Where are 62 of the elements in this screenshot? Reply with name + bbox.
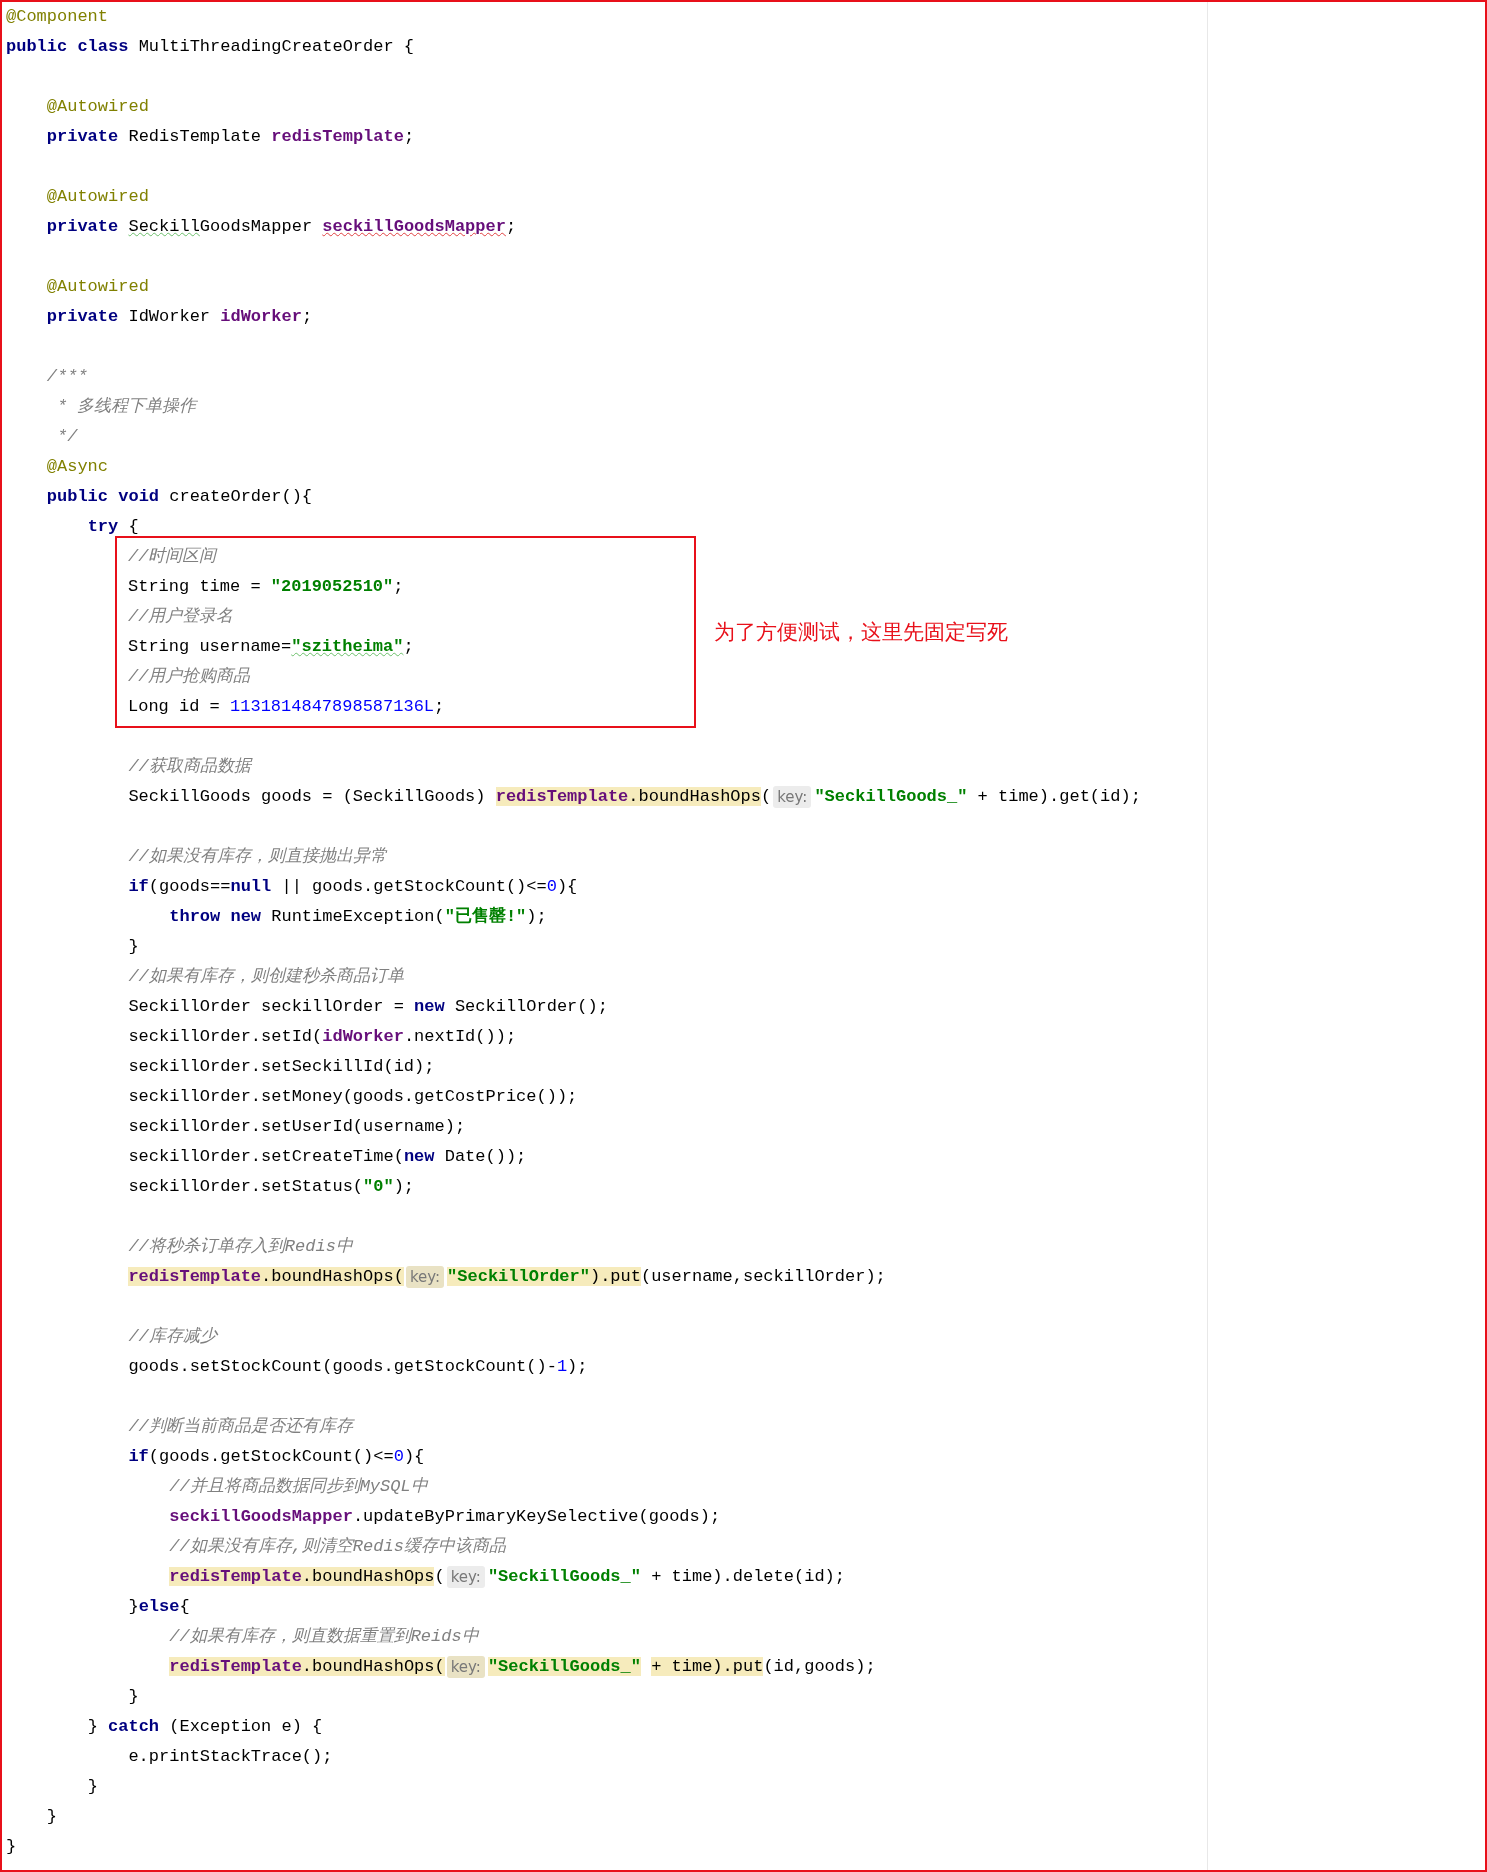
code-text: private RedisTemplate redisTemplate; <box>45 126 415 148</box>
code-text: //用户登录名 <box>128 606 234 628</box>
code-text: } <box>6 1836 17 1858</box>
code-text: SeckillOrder seckillOrder = new SeckillOrder(); <box>127 996 608 1018</box>
code-text: } <box>45 1806 57 1828</box>
code-text: }else{ <box>127 1596 190 1618</box>
code-text: @Component <box>6 6 109 28</box>
annotation-note: 为了方便测试，这里先固定写死 <box>714 619 1008 646</box>
code-text: Long id = 1131814847898587136L; <box>128 696 445 718</box>
code-text: //时间区间 <box>128 546 217 568</box>
code-text: } catch (Exception e) { <box>86 1716 323 1738</box>
code-text: "SeckillGoods_" + time).get(id); <box>814 786 1141 808</box>
code-text: goods.setStockCount(goods.getStockCount()-1); <box>127 1356 588 1378</box>
code-text: //并且将商品数据同步到MySQL中 <box>168 1476 428 1498</box>
code-text: seckillOrder.setMoney(goods.getCostPrice()); <box>127 1086 578 1108</box>
code-text: //如果没有库存，则直接抛出异常 <box>127 845 387 868</box>
code-text: private SeckillGoodsMapper seckillGoodsMapper; <box>45 216 517 238</box>
code-text: /*** <box>45 366 88 388</box>
code-text: e.printStackTrace(); <box>127 1746 333 1768</box>
code-text: //获取商品数据 <box>127 756 251 778</box>
code-text: "SeckillGoods_" + time).delete(id); <box>487 1566 845 1588</box>
code-text: //用户抢购商品 <box>128 666 251 688</box>
code-text: try { <box>86 516 139 538</box>
code-text: //判断当前商品是否还有库存 <box>127 1415 353 1438</box>
parameter-hint: key: <box>773 786 812 808</box>
code-text: } <box>127 1686 139 1708</box>
code-text: //如果没有库存,则清空Redis缓存中该商品 <box>168 1535 506 1558</box>
code-text: @Autowired <box>45 276 149 298</box>
code-text: private IdWorker idWorker; <box>45 306 313 328</box>
code-text: public void createOrder(){ <box>45 486 313 508</box>
parameter-hint: key: <box>446 1656 485 1678</box>
parameter-hint: key: <box>446 1566 485 1588</box>
code-text: String username="szitheima"; <box>128 636 414 658</box>
code-text: redisTemplate.boundHashOps( <box>168 1566 445 1588</box>
code-text: throw new RuntimeException("已售罄!"); <box>168 905 547 928</box>
code-text: */ <box>56 426 78 448</box>
code-text: "SeckillOrder").put(username,seckillOrder); <box>447 1266 886 1288</box>
code-text: seckillGoodsMapper.updateByPrimaryKeySelective(goods); <box>168 1506 721 1528</box>
code-text: SeckillGoods goods = (SeckillGoods) redisTemplate.boundHashOps( <box>127 786 772 808</box>
code-text: if(goods.getStockCount()<=0){ <box>127 1446 425 1468</box>
code-text: seckillOrder.setCreateTime(new Date()); <box>127 1146 527 1168</box>
code-text: //如果有库存，则直数据重置到Reids中 <box>168 1625 479 1648</box>
code-text: } <box>127 936 139 958</box>
code-text: redisTemplate.boundHashOps( <box>127 1266 404 1288</box>
code-text: seckillOrder.setUserId(username); <box>127 1116 466 1138</box>
code-text: @Async <box>45 456 109 478</box>
code-text: seckillOrder.setStatus("0"); <box>127 1176 415 1198</box>
code-text: * 多线程下单操作 <box>56 396 197 418</box>
code-text: "SeckillGoods_" + time).put(id,goods); <box>487 1656 876 1678</box>
code-text: String time = "2019052510"; <box>128 576 404 598</box>
code-text: redisTemplate.boundHashOps( <box>168 1656 445 1678</box>
code-text: //将秒杀订单存入到Redis中 <box>127 1236 353 1258</box>
code-text: //如果有库存，则创建秒杀商品订单 <box>127 965 404 988</box>
code-text: @Autowired <box>45 186 149 208</box>
code-text: //库存减少 <box>127 1325 217 1348</box>
code-text: @Autowired <box>45 96 149 118</box>
code-text: } <box>86 1776 98 1798</box>
code-text: public class MultiThreadingCreateOrder { <box>6 36 415 58</box>
code-text: seckillOrder.setSeckillId(id); <box>127 1056 435 1078</box>
code-text: if(goods==null || goods.getStockCount()<=0){ <box>127 876 578 898</box>
parameter-hint: key: <box>405 1266 445 1288</box>
code-text: seckillOrder.setId(idWorker.nextId()); <box>127 1026 517 1048</box>
